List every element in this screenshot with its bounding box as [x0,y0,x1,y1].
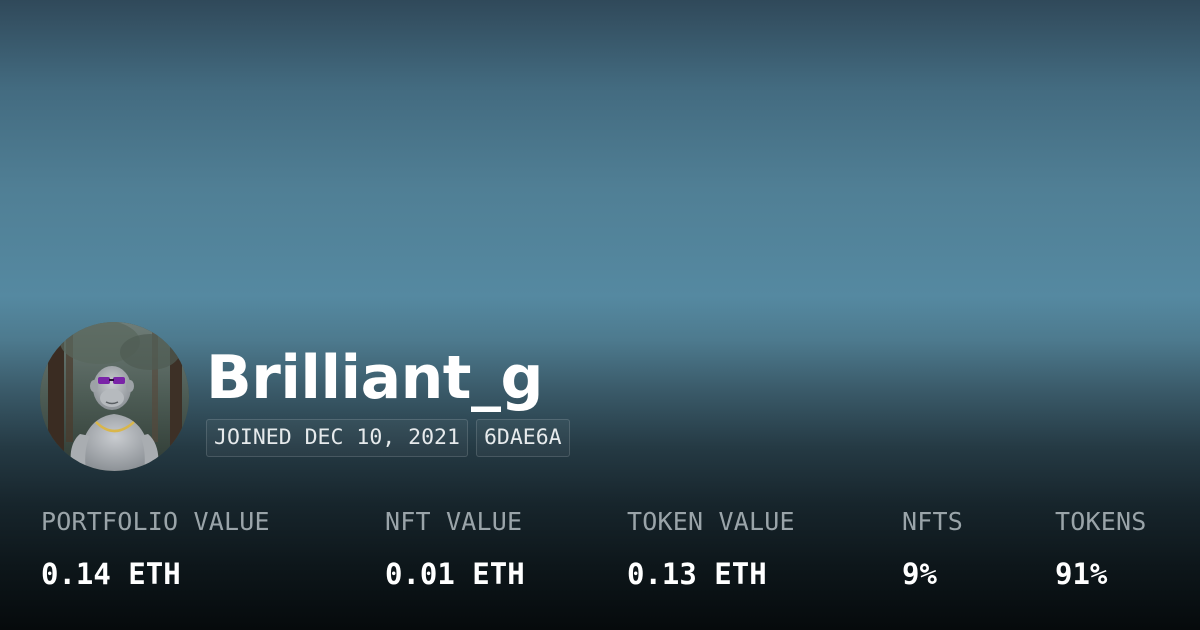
address-code-badge[interactable]: 6DAE6A [475,419,570,457]
stat-value: 91% [1055,557,1108,591]
stat-value: 0.14 ETH [41,557,181,591]
stat-tokens-percent: TOKENS 91% [1055,506,1147,591]
stat-label: NFTS [902,507,964,536]
stat-nft-value: NFT VALUE 0.01 ETH [385,506,525,591]
ape-avatar-icon [40,322,189,471]
stat-value: 0.13 ETH [627,557,767,591]
stat-nfts-percent: NFTS 9% [902,506,963,591]
avatar[interactable] [40,322,189,471]
stat-label: TOKEN VALUE [627,507,795,536]
stat-token-value: TOKEN VALUE 0.13 ETH [627,506,795,591]
stat-portfolio-value: PORTFOLIO VALUE 0.14 ETH [41,506,270,591]
stat-label: NFT VALUE [385,507,523,536]
profile-badges: JOINED DEC 10, 2021 6DAE6A [206,419,570,457]
stat-value: 0.01 ETH [385,557,525,591]
joined-date-badge: JOINED DEC 10, 2021 [206,419,468,457]
profile-card: { "profile": { "username": "Brilliant_g"… [0,0,1200,630]
stat-value: 9% [902,557,937,591]
stat-label: PORTFOLIO VALUE [41,507,270,536]
username: Brilliant_g [206,343,543,413]
stat-label: TOKENS [1055,507,1147,536]
